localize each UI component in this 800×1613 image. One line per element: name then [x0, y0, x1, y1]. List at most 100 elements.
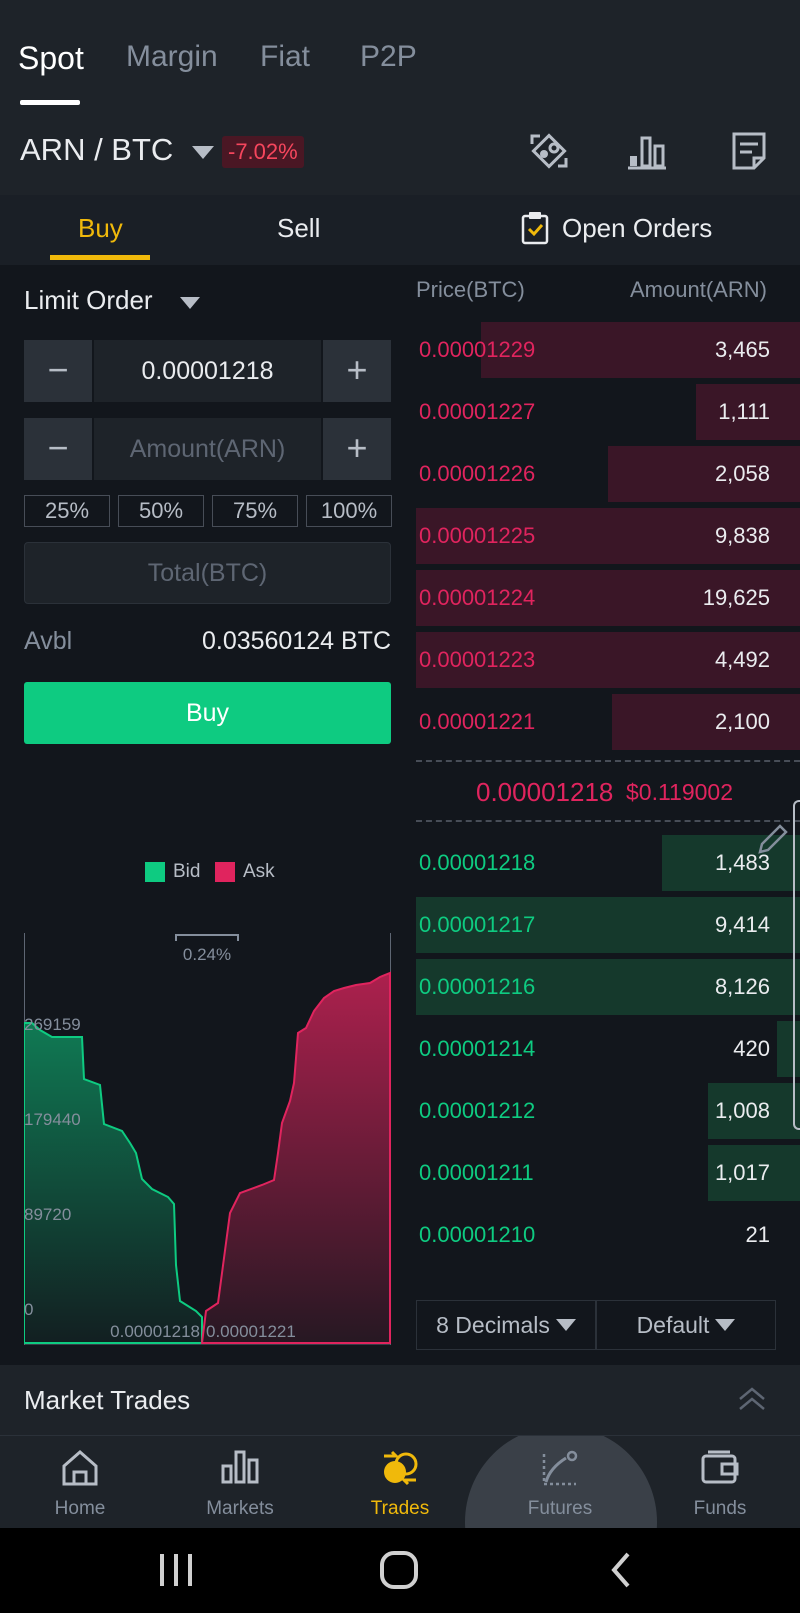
nav-label: Trades — [370, 1498, 430, 1519]
price-input[interactable]: 0.00001218 — [94, 340, 321, 402]
ask-price: 0.00001221 — [419, 709, 536, 734]
active-tab-indicator — [20, 100, 80, 105]
system-nav-bar — [0, 1528, 800, 1613]
pair-row: ARN / BTC -7.02% — [0, 130, 800, 180]
pct-50-button[interactable]: 50% — [118, 495, 204, 527]
ask-row[interactable]: 0.00001226 2,058 — [416, 446, 800, 502]
nav-trades[interactable]: Trades — [330, 1436, 470, 1528]
nav-futures[interactable]: Futures — [490, 1436, 630, 1528]
caret-down-icon — [715, 1319, 736, 1331]
bid-row[interactable]: 0.00001218 1,483 — [416, 835, 800, 891]
trade-icon — [384, 1450, 418, 1486]
bid-amount: 9,414 — [714, 912, 770, 937]
order-book-controls: 8 Decimals Default — [416, 1300, 776, 1350]
bid-row[interactable]: 0.00001217 9,414 — [416, 897, 800, 953]
x-tick: 0.00001218 — [110, 1322, 200, 1341]
ask-row[interactable]: 0.00001224 19,625 — [416, 570, 800, 626]
last-price-usd: $0.119002 — [626, 779, 734, 805]
nav-funds[interactable]: Funds — [650, 1436, 790, 1528]
price-decrease-button[interactable]: − — [24, 340, 92, 402]
ask-price: 0.00001227 — [419, 399, 536, 424]
ask-legend-label: Ask — [243, 861, 275, 882]
tab-sell[interactable]: Sell — [277, 213, 320, 244]
ask-row[interactable]: 0.00001223 4,492 — [416, 632, 800, 688]
bar-chart-icon — [221, 1450, 259, 1484]
bid-amount: 1,008 — [714, 1098, 770, 1123]
trade-panel: Limit Order − 0.00001218 + − Amount(ARN)… — [0, 265, 800, 1365]
wallet-icon — [701, 1450, 739, 1484]
spread-label: 0.24% — [183, 945, 231, 964]
available-label: Avbl — [24, 627, 73, 655]
y-tick: 0 — [24, 1300, 33, 1319]
amount-decrease-button[interactable]: − — [24, 418, 92, 480]
market-trades-bar[interactable]: Market Trades — [0, 1365, 800, 1435]
futures-icon — [542, 1450, 578, 1486]
clipboard-icon — [521, 212, 549, 245]
pencil-icon[interactable] — [752, 820, 792, 860]
pct-75-button[interactable]: 75% — [212, 495, 298, 527]
amount-increase-button[interactable]: + — [323, 418, 391, 480]
view-mode-selector[interactable]: Default — [596, 1300, 776, 1350]
bid-swatch — [145, 862, 165, 882]
double-chevron-up-icon[interactable] — [736, 1383, 768, 1415]
ask-row[interactable]: 0.00001229 3,465 — [416, 322, 800, 378]
total-input[interactable]: Total(BTC) — [24, 542, 391, 604]
back-icon[interactable] — [600, 1550, 644, 1590]
price-column-header: Price(BTC) — [416, 277, 525, 302]
ask-price: 0.00001225 — [419, 523, 536, 548]
bid-amount: 21 — [745, 1222, 770, 1247]
convert-icon[interactable] — [528, 130, 570, 172]
chart-icon[interactable] — [626, 130, 668, 172]
nav-label: Futures — [527, 1498, 593, 1519]
caret-down-icon[interactable] — [192, 146, 214, 159]
ask-area — [200, 971, 391, 1344]
tab-p2p[interactable]: P2P — [360, 40, 417, 74]
ask-row[interactable]: 0.00001221 2,100 — [416, 694, 800, 750]
bid-price: 0.00001211 — [419, 1160, 534, 1185]
note-icon[interactable] — [728, 130, 770, 172]
last-price-row: 0.00001218 $0.119002 — [416, 760, 800, 822]
pct-100-button[interactable]: 100% — [306, 495, 392, 527]
nav-label: Markets — [206, 1498, 274, 1519]
active-side-indicator — [50, 255, 150, 260]
bid-row[interactable]: 0.00001214 420 — [416, 1021, 800, 1077]
decimals-selector[interactable]: 8 Decimals — [416, 1300, 596, 1350]
tab-spot[interactable]: Spot — [18, 40, 84, 77]
bid-price: 0.00001218 — [419, 850, 536, 875]
ask-amount: 3,465 — [714, 337, 770, 362]
ask-price: 0.00001223 — [419, 647, 536, 672]
pct-25-button[interactable]: 25% — [24, 495, 110, 527]
tab-fiat[interactable]: Fiat — [260, 40, 310, 74]
amount-stepper: − Amount(ARN) + — [24, 418, 391, 480]
ask-price: 0.00001224 — [419, 585, 536, 610]
amount-column-header: Amount(ARN) — [630, 277, 767, 302]
top-header: Spot Margin Fiat P2P ARN / BTC -7.02% — [0, 0, 800, 195]
amount-input[interactable]: Amount(ARN) — [94, 418, 321, 480]
order-type-selector[interactable]: Limit Order — [24, 285, 153, 316]
ask-amount: 4,492 — [714, 647, 770, 672]
recent-apps-icon[interactable] — [154, 1550, 198, 1590]
depth-chart[interactable]: 0.24% 269159 179440 89720 0 0.00001218 0… — [24, 933, 391, 1345]
nav-markets[interactable]: Markets — [170, 1436, 310, 1528]
ask-row[interactable]: 0.00001225 9,838 — [416, 508, 800, 564]
ask-amount: 2,100 — [714, 709, 770, 734]
tab-margin[interactable]: Margin — [126, 40, 218, 74]
pair-selector[interactable]: ARN / BTC — [20, 132, 173, 168]
ask-row[interactable]: 0.00001227 1,111 — [416, 384, 800, 440]
ask-amount: 19,625 — [702, 585, 770, 610]
ask-amount: 2,058 — [714, 461, 770, 486]
tab-buy[interactable]: Buy — [78, 213, 123, 244]
bid-row[interactable]: 0.00001210 21 — [416, 1207, 800, 1263]
bid-row[interactable]: 0.00001211 1,017 — [416, 1145, 800, 1201]
price-change-badge: -7.02% — [222, 136, 304, 168]
home-button-icon[interactable] — [377, 1550, 421, 1590]
side-panel-handle[interactable] — [793, 800, 800, 1130]
bid-row[interactable]: 0.00001212 1,008 — [416, 1083, 800, 1139]
bid-row[interactable]: 0.00001216 8,126 — [416, 959, 800, 1015]
buy-button[interactable]: Buy — [24, 682, 391, 744]
ask-swatch — [215, 862, 235, 882]
caret-down-icon[interactable] — [180, 297, 200, 309]
price-increase-button[interactable]: + — [323, 340, 391, 402]
nav-home[interactable]: Home — [10, 1436, 150, 1528]
decimals-label: 8 Decimals — [436, 1312, 550, 1338]
